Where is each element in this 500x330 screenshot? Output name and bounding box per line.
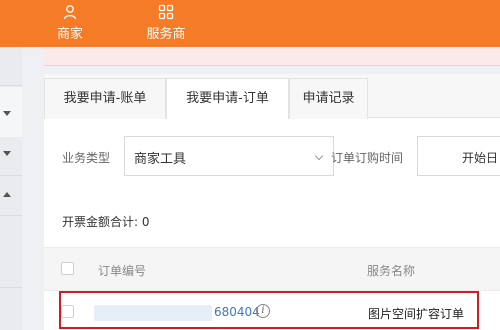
table-row: 680404 i 图片空间扩容订单 (44, 292, 500, 330)
sidebar-divider (0, 85, 22, 86)
start-date-placeholder: 开始日 (462, 151, 499, 165)
select-all-checkbox[interactable] (61, 262, 74, 275)
invoice-total: 开票金额合计: 0 (62, 215, 150, 229)
top-navigation-bar: 商家 服务商 (0, 0, 500, 47)
service-name: 图片空间扩容订单 (368, 307, 465, 321)
chevron-down-icon[interactable] (3, 111, 11, 116)
column-header-service-name: 服务名称 (367, 264, 416, 278)
tab-bar: 我要申请-账单 我要申请-订单 申请记录 (44, 74, 500, 119)
tab-apply-order[interactable]: 我要申请-订单 (166, 78, 289, 119)
sidebar-divider (0, 215, 22, 216)
chevron-up-icon[interactable] (3, 192, 11, 197)
tab-application-records[interactable]: 申请记录 (289, 78, 368, 119)
main-panel: 我要申请-账单 我要申请-订单 申请记录 业务类型 商家工具 订单订购时间 开始… (44, 74, 500, 330)
redacted-order-prefix (94, 305, 212, 321)
chevron-down-icon[interactable] (3, 151, 11, 156)
business-type-select[interactable]: 商家工具 (124, 136, 334, 176)
business-type-value: 商家工具 (134, 152, 187, 167)
nav-item-service-provider[interactable]: 服务商 (142, 0, 190, 47)
start-date-input[interactable]: 开始日 (417, 136, 500, 176)
column-header-order-id: 订单编号 (98, 264, 147, 278)
grid-icon (158, 4, 174, 20)
info-icon[interactable]: i (256, 304, 270, 318)
order-id-link[interactable]: 680404 (214, 305, 260, 319)
sidebar-divider (0, 175, 22, 176)
table-header: 订单编号 服务名称 (44, 247, 500, 291)
sidebar-divider (0, 287, 22, 288)
chevron-down-icon (314, 151, 324, 161)
nav-item-merchant[interactable]: 商家 (52, 0, 88, 47)
sidebar (0, 47, 22, 330)
alert-banner (44, 47, 500, 66)
order-time-label: 订单订购时间 (331, 151, 404, 165)
business-type-label: 业务类型 (62, 151, 111, 165)
nav-item-merchant-label: 商家 (56, 27, 83, 42)
user-icon (63, 5, 77, 20)
nav-item-service-provider-label: 服务商 (146, 27, 186, 42)
tab-apply-bill[interactable]: 我要申请-账单 (44, 78, 166, 119)
row-checkbox[interactable] (61, 305, 74, 318)
